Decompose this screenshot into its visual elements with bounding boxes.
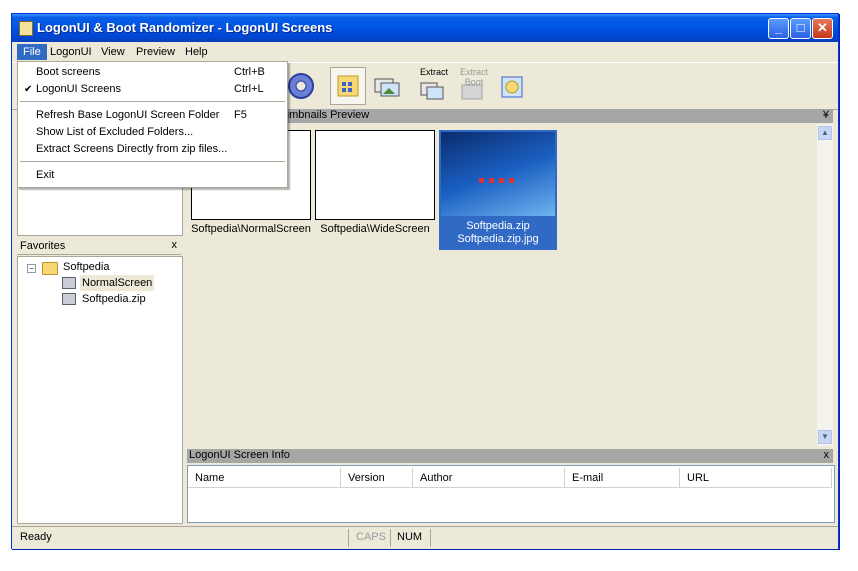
thumbnail-caption-line1: Softpedia.zip <box>466 220 530 232</box>
randomize-button[interactable] <box>496 67 530 103</box>
gear-icon <box>288 73 314 99</box>
boot-screens-button[interactable] <box>370 67 404 103</box>
status-divider <box>390 529 391 547</box>
menu-logonui[interactable]: LogonUI <box>44 44 98 60</box>
collapse-toggle[interactable]: − <box>27 264 36 273</box>
thumbnail-caption: Softpedia\NormalScreen <box>191 223 311 235</box>
wallpaper-image <box>441 132 555 216</box>
favorites-close-button[interactable]: x <box>172 239 178 251</box>
thumbnail-caption: Softpedia\WideScreen <box>320 223 430 235</box>
menu-item-boot-screens[interactable]: Boot screens Ctrl+B <box>19 64 286 81</box>
settings-gear-button[interactable] <box>284 67 318 103</box>
favorites-header: Favorites x <box>17 239 181 255</box>
info-table: Name Version Author E-mail URL <box>187 465 835 523</box>
menu-file[interactable]: File <box>17 44 47 60</box>
maximize-button[interactable]: □ <box>790 18 811 39</box>
title-bar[interactable]: LogonUI & Boot Randomizer - LogonUI Scre… <box>12 14 838 42</box>
menu-bar: File LogonUI View Preview Help <box>12 42 838 62</box>
menu-separator <box>20 101 285 102</box>
extract-label: Extract <box>419 67 448 77</box>
thumbnail-widescreen[interactable] <box>315 130 435 220</box>
favorites-title: Favorites <box>20 240 66 252</box>
status-text: Ready <box>20 531 52 543</box>
num-indicator: NUM <box>397 531 423 543</box>
minimize-button[interactable]: _ <box>768 18 789 39</box>
menu-item-logonui-screens[interactable]: ✔ LogonUI Screens Ctrl+L <box>19 81 286 98</box>
scroll-down-icon[interactable]: ▼ <box>818 430 832 444</box>
app-icon <box>19 21 33 36</box>
menu-item-excluded-folders[interactable]: Show List of Excluded Folders... <box>19 124 286 141</box>
info-title: LogonUI Screen Info <box>189 449 290 461</box>
info-close-button[interactable]: x <box>824 449 830 461</box>
screen-icon <box>62 293 76 305</box>
column-header-email[interactable]: E-mail <box>565 468 680 488</box>
column-header-url[interactable]: URL <box>680 468 832 488</box>
logonui-screens-button[interactable] <box>330 67 366 105</box>
menu-preview[interactable]: Preview <box>130 44 181 60</box>
menu-item-exit[interactable]: Exit <box>19 167 286 184</box>
tree-folder-softpedia[interactable]: Softpedia <box>63 259 109 275</box>
column-header-author[interactable]: Author <box>413 468 565 488</box>
file-menu-dropdown: Boot screens Ctrl+B ✔ LogonUI Screens Ct… <box>17 61 288 188</box>
favorites-tree: − Softpedia NormalScreen Softpedia.zip <box>17 256 183 524</box>
checkmark-icon: ✔ <box>24 84 33 95</box>
tree-item-softpedia-zip[interactable]: Softpedia.zip <box>82 291 146 307</box>
column-header-name[interactable]: Name <box>188 468 341 488</box>
folder-grid-icon <box>337 75 359 97</box>
scroll-up-icon[interactable]: ▲ <box>818 126 832 140</box>
extract-boot-label: Extract Boot <box>459 67 488 87</box>
column-header-version[interactable]: Version <box>341 468 413 488</box>
window-title: LogonUI & Boot Randomizer - LogonUI Scre… <box>37 20 333 35</box>
preview-title: umbnails Preview <box>283 109 370 121</box>
menu-view[interactable]: View <box>95 44 131 60</box>
extract-boot-button[interactable]: Extract Boot <box>456 67 490 103</box>
thumbnail-softpedia-zip[interactable]: Softpedia.zip Softpedia.zip.jpg <box>439 130 557 250</box>
menu-separator <box>20 161 285 162</box>
menu-help[interactable]: Help <box>179 44 214 60</box>
screen-icon <box>62 277 76 289</box>
login-tiles <box>479 178 519 183</box>
preview-collapse-button[interactable]: ¥ <box>823 109 829 121</box>
caps-indicator: CAPS <box>356 531 386 543</box>
info-header: LogonUI Screen Info x <box>187 449 833 463</box>
thumbnail-caption-line2: Softpedia.zip.jpg <box>457 233 539 245</box>
status-divider <box>348 529 349 547</box>
tree-item-normalscreen[interactable]: NormalScreen <box>80 275 155 291</box>
close-button[interactable]: ✕ <box>812 18 833 39</box>
menu-item-refresh[interactable]: Refresh Base LogonUI Screen Folder F5 <box>19 107 286 124</box>
status-divider <box>430 529 431 547</box>
folder-icon <box>42 262 58 275</box>
status-bar: Ready CAPS NUM <box>12 526 838 549</box>
menu-item-extract-zip[interactable]: Extract Screens Directly from zip files.… <box>19 141 286 158</box>
extract-button[interactable]: Extract <box>416 67 450 103</box>
preview-scrollbar[interactable]: ▲ ▼ <box>817 124 833 446</box>
images-icon <box>374 78 400 97</box>
randomize-icon <box>501 76 523 98</box>
